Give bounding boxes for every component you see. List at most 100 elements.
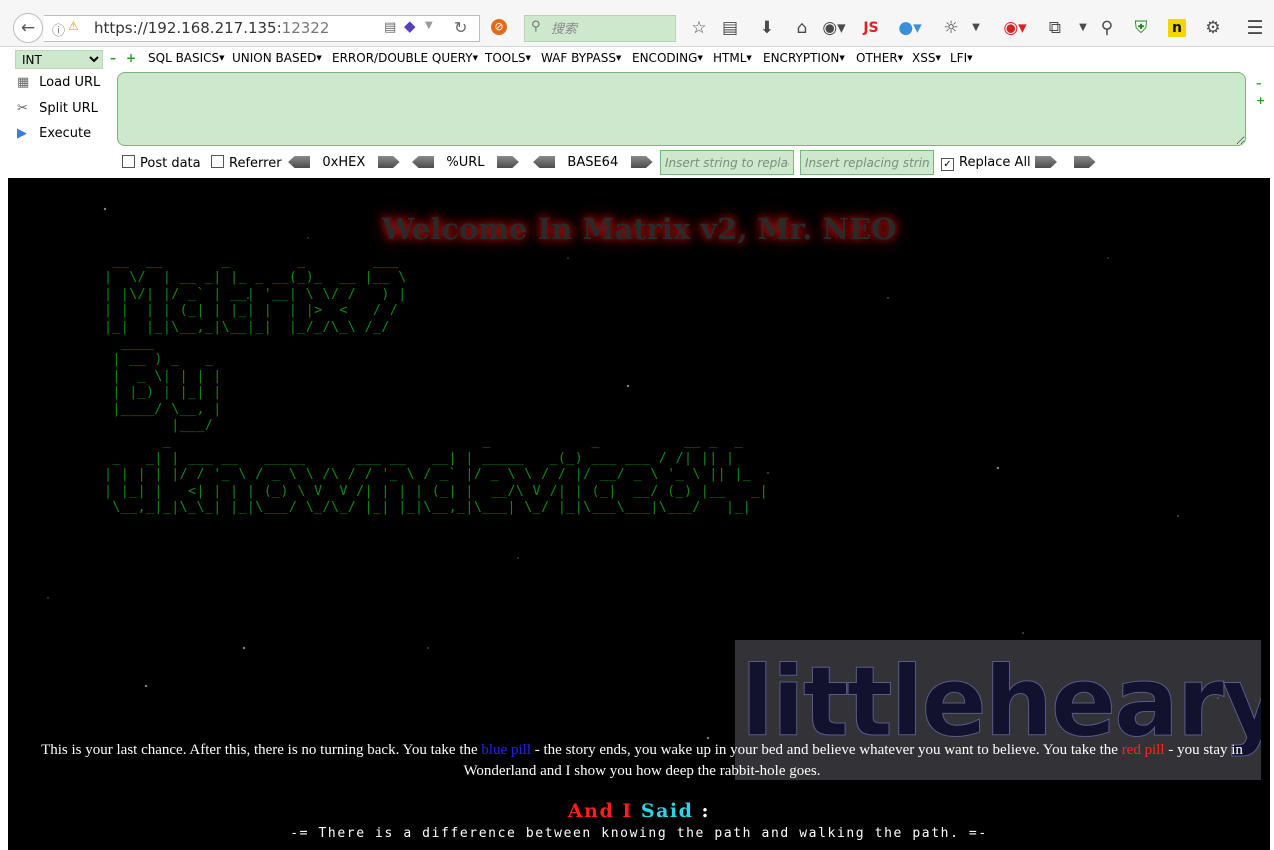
welcome-heading: Welcome In Matrix v2, Mr. NEO	[381, 212, 897, 246]
js-toggle-icon[interactable]: JS	[860, 15, 882, 41]
textarea-minus-icon[interactable]: –	[1256, 77, 1262, 90]
load-url-icon: ▦	[17, 75, 30, 90]
n-extension-icon[interactable]: n	[1168, 19, 1186, 37]
said-and-i: And I	[567, 800, 633, 822]
url-decode-arrow-icon[interactable]	[412, 156, 434, 168]
url-encoder: %URL	[412, 155, 519, 170]
replace-arrow-2-icon[interactable]	[1073, 156, 1096, 168]
url-text[interactable]: https://192.168.217.135:12322	[94, 19, 329, 37]
replace-all-label: Replace All	[959, 155, 1031, 170]
menu-icon[interactable]: ☰	[1244, 15, 1266, 41]
referrer-checkbox[interactable]: Referrer	[211, 155, 282, 171]
settings-icon[interactable]: ⚙	[1203, 15, 1223, 41]
url-dropdown-icon[interactable]: ▼	[425, 20, 433, 31]
replacing-string-input[interactable]	[800, 150, 934, 175]
shield-icon[interactable]: ⛨	[1131, 15, 1151, 41]
menu-sql-basics[interactable]: SQL BASICS▼	[148, 51, 225, 65]
load-url-button[interactable]: ▦ Load URL	[17, 75, 100, 90]
extension-diamond-icon[interactable]: ◆	[404, 17, 416, 35]
menu-label: SQL BASICS	[148, 51, 220, 65]
noscript-icon[interactable]: ⊘	[491, 19, 507, 35]
replace-string-input[interactable]	[660, 150, 794, 175]
referrer-label: Referrer	[229, 156, 282, 171]
cookie-dropdown-icon[interactable]: ▼	[968, 15, 984, 41]
base64-decode-arrow-icon[interactable]	[533, 156, 555, 168]
split-url-icon: ✂	[17, 101, 28, 116]
menu-label: OTHER	[856, 51, 898, 65]
page-action-icon[interactable]: ▤	[384, 20, 396, 35]
said-colon: :	[693, 800, 711, 822]
replace-all-checkbox[interactable]: ✓ Replace All	[941, 155, 1031, 171]
quote-before: This is your last chance. After this, th…	[41, 742, 482, 758]
plus-icon[interactable]: +	[126, 51, 136, 65]
checkbox-box[interactable]	[211, 155, 224, 168]
url-encode-arrow-icon[interactable]	[496, 156, 519, 168]
reader-icon[interactable]: ▤	[720, 15, 740, 41]
split-url-label: Split URL	[39, 101, 98, 116]
blue-pill-text: blue pill	[481, 742, 531, 758]
reload-icon[interactable]: ↻	[454, 18, 467, 37]
menu-lfi[interactable]: LFI▼	[950, 51, 973, 65]
menu-encoding[interactable]: ENCODING▼	[632, 51, 703, 65]
checkbox-box[interactable]	[122, 155, 135, 168]
execute-button[interactable]: ▶ Execute	[17, 126, 91, 141]
checkbox-checked[interactable]: ✓	[941, 158, 954, 171]
menu-label: WAF BYPASS	[541, 51, 616, 65]
back-arrow-icon[interactable]: ←	[13, 13, 43, 43]
and-i-said-heading: And I Said :	[8, 800, 1270, 822]
menu-label: HTML	[713, 51, 747, 65]
execute-label: Execute	[39, 126, 92, 141]
replace-arrow-icon[interactable]	[1035, 156, 1057, 168]
url-host: https://192.168.217.135:	[94, 19, 282, 37]
url-port: 12322	[281, 19, 330, 37]
menu-html[interactable]: HTML▼	[713, 51, 752, 65]
download-icon[interactable]: ⬇	[757, 15, 777, 41]
menu-label: ERROR/DOUBLE QUERY	[332, 51, 473, 65]
textarea-plus-icon[interactable]: +	[1256, 94, 1265, 107]
menu-xss[interactable]: XSS▼	[912, 51, 941, 65]
menu-error-double-query[interactable]: ERROR/DOUBLE QUERY▼	[332, 51, 478, 65]
page-content: Welcome In Matrix v2, Mr. NEO __ __ _ _ …	[8, 178, 1270, 850]
minus-icon[interactable]: –	[110, 51, 116, 65]
menu-waf-bypass[interactable]: WAF BYPASS▼	[541, 51, 621, 65]
sqli-type-select[interactable]: INT	[15, 50, 103, 69]
cookie-icon[interactable]: ☼	[940, 15, 962, 41]
overflow-dropdown-icon[interactable]: ▼	[1076, 15, 1090, 41]
search-bar[interactable]: ⚲	[524, 15, 676, 42]
proxy-switch-icon[interactable]: ●▾	[895, 15, 925, 41]
split-url-button[interactable]: ✂ Split URL	[17, 101, 98, 116]
said-said: Said	[632, 800, 694, 822]
hex-label: 0xHEX	[322, 155, 366, 170]
base64-encode-arrow-icon[interactable]	[630, 156, 653, 168]
hex-decode-arrow-icon[interactable]	[288, 156, 310, 168]
home-icon[interactable]: ⌂	[792, 15, 812, 41]
hackbar-red-icon[interactable]: ◉▾	[998, 15, 1032, 41]
tamper-icon[interactable]: ⧉	[1045, 15, 1065, 41]
hackbar-url-textarea[interactable]	[117, 72, 1246, 146]
search-icon: ⚲	[531, 19, 541, 34]
menu-union-based[interactable]: UNION BASED▼	[232, 51, 322, 65]
zoom-icon[interactable]: ⚲	[1097, 15, 1117, 41]
base64-label: BASE64	[567, 155, 619, 170]
search-input[interactable]	[549, 18, 673, 40]
bookmark-star-icon[interactable]: ☆	[690, 15, 708, 41]
post-data-checkbox[interactable]: Post data	[122, 155, 201, 171]
greasemonkey-icon[interactable]: ◉▾	[820, 15, 848, 41]
info-icon[interactable]: ⓘ	[52, 20, 65, 39]
menu-other[interactable]: OTHER▼	[856, 51, 903, 65]
menu-label: ENCODING	[632, 51, 698, 65]
url-label: %URL	[446, 155, 485, 170]
warning-lock-icon[interactable]: ⚠	[68, 19, 79, 33]
load-url-label: Load URL	[39, 75, 101, 90]
hex-encode-arrow-icon[interactable]	[377, 156, 400, 168]
replace-arrows	[1035, 155, 1096, 170]
execute-icon: ▶	[17, 126, 27, 141]
morpheus-quote: This is your last chance. After this, th…	[18, 740, 1266, 782]
menu-tools[interactable]: TOOLS▼	[485, 51, 531, 65]
post-data-label: Post data	[140, 156, 201, 171]
ascii-art-banner: __ __ _ _ ___ | \/ | __ _| |_ _ __(_)_ _…	[104, 254, 769, 516]
quote-middle: - the story ends, you wake up in your be…	[531, 742, 1122, 758]
menu-encryption[interactable]: ENCRYPTION▼	[763, 51, 845, 65]
url-bar[interactable]: ⓘ ⚠ https://192.168.217.135:12322 ▤ ◆ ▼ …	[44, 15, 480, 42]
menu-label: LFI	[950, 51, 968, 65]
